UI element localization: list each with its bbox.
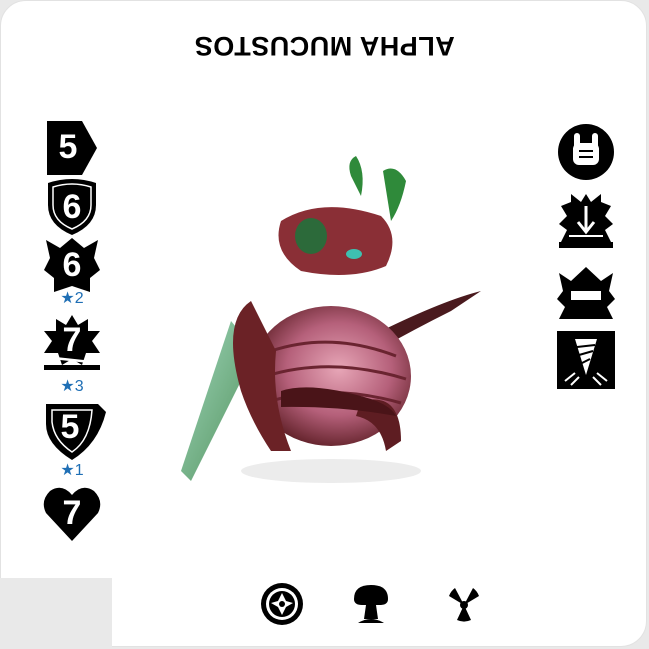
gear-creature-icon [259, 581, 305, 627]
attack-modifier-value: 7 [62, 321, 82, 359]
speed-value: 5 [58, 128, 78, 166]
rock-hand-icon [557, 123, 615, 181]
health-stat: 7 [42, 483, 102, 543]
attack-value: 6 [62, 188, 82, 226]
range-defense-stat: 5 [42, 400, 106, 460]
arrow-down-burst-icon [557, 192, 615, 250]
drill-icon [557, 331, 615, 389]
attack-stat: 6 [42, 177, 102, 237]
radiation-icon [441, 581, 487, 627]
range-defense-star-bonus: ★1 [60, 462, 84, 479]
range-defense-value: 5 [60, 408, 80, 446]
minus-burst-icon [557, 263, 615, 321]
attack-modifier-stat: 7 [42, 313, 102, 373]
defense-value: 6 [62, 246, 82, 284]
attack-modifier-star-bonus: ★3 [60, 378, 84, 395]
health-value: 7 [62, 494, 82, 532]
speed-stat: 5 [42, 118, 102, 178]
unit-card: ALPHA MUCUSTOS 5 6 6 ★2 7 ★3 5 ★1 7 [0, 0, 647, 647]
unit-name: ALPHA MUCUSTOS [194, 31, 455, 61]
defense-stat: 6 [42, 236, 102, 296]
card-corner-background [0, 578, 112, 649]
miniature-figure-image [161, 151, 501, 501]
mushroom-cloud-icon [348, 581, 394, 627]
defense-star-bonus: ★2 [60, 290, 84, 307]
